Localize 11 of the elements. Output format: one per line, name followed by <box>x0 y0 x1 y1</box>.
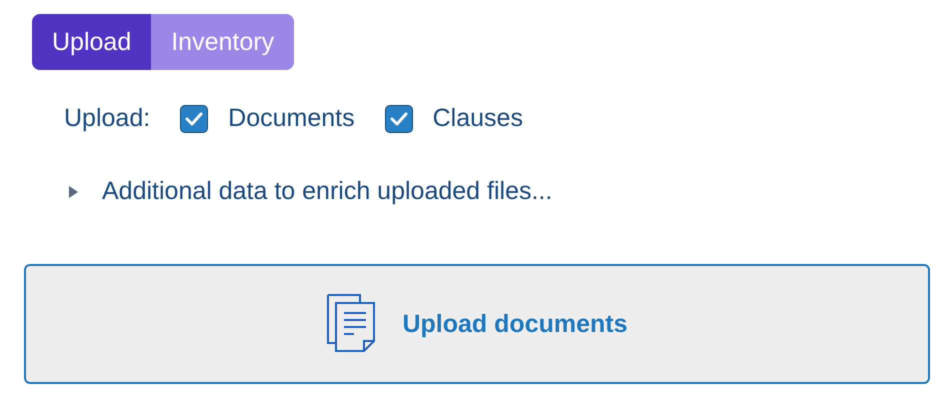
tab[interactable]: Upload <box>32 14 152 70</box>
checkbox[interactable] <box>384 104 413 132</box>
checkbox-label: Clauses <box>432 104 523 133</box>
checkmark-icon <box>390 112 408 126</box>
disclosure-link[interactable]: Additional data to enrich uploaded files... <box>102 177 552 206</box>
checkbox[interactable] <box>180 104 208 132</box>
upload-documents-button[interactable]: Upload documents <box>24 264 930 384</box>
checkbox-label: Documents <box>228 104 355 133</box>
disclosure-triangle-icon[interactable] <box>68 184 78 198</box>
upload-label: Upload: <box>64 104 150 133</box>
checkmark-icon <box>185 112 204 126</box>
